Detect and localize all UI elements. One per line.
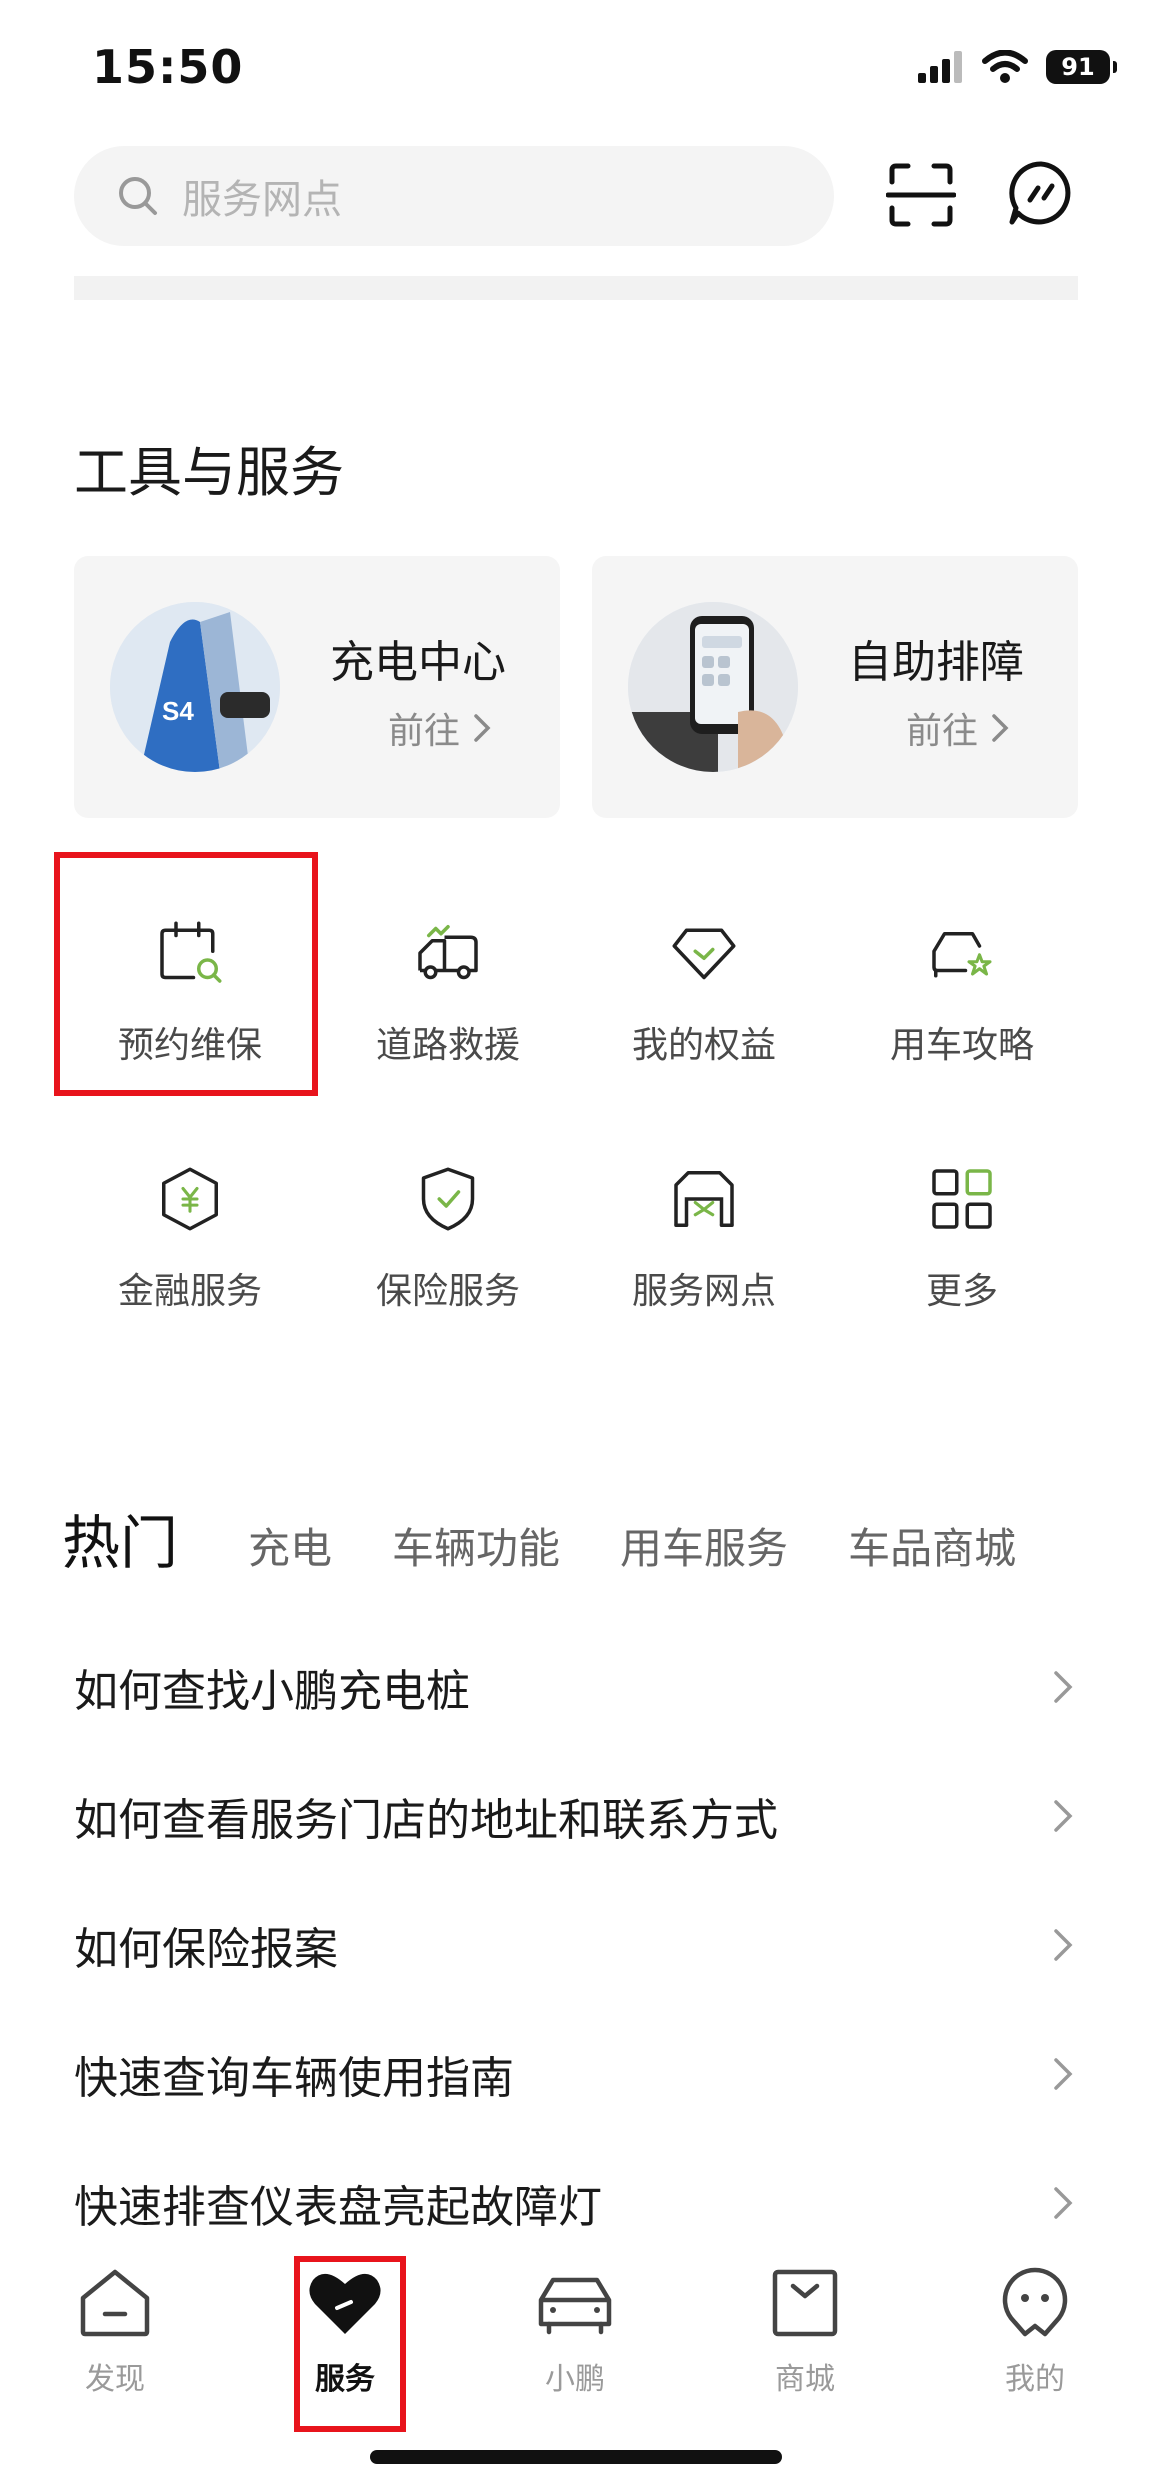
search-icon xyxy=(119,177,157,215)
shopping-bag-icon xyxy=(772,2269,838,2337)
faq-item[interactable]: 快速查询车辆使用指南 xyxy=(74,2009,1078,2139)
chevron-right-icon xyxy=(1054,1800,1073,1832)
faq-item[interactable]: 如何查找小鹏充电桩 xyxy=(74,1622,1078,1752)
grid-label: 服务网点 xyxy=(631,1271,776,1312)
tab-charging[interactable]: 充电 xyxy=(248,1515,332,1576)
grid-label: 预约维保 xyxy=(117,1025,262,1066)
card-title: 充电中心 xyxy=(330,637,506,688)
svg-text:S4: S4 xyxy=(162,696,194,726)
scan-icon[interactable] xyxy=(886,160,956,230)
hot-tabs: 热门 充电 车辆功能 用车服务 车品商城 xyxy=(62,1496,1076,1580)
home-indicator xyxy=(370,2450,782,2464)
nav-item-discover[interactable]: 发现 xyxy=(40,2264,190,2398)
wifi-icon xyxy=(982,50,1028,83)
card-title: 自助排障 xyxy=(848,637,1024,688)
search-bar[interactable]: 服务网点 xyxy=(74,146,834,246)
chevron-right-icon xyxy=(992,714,1009,742)
chevron-right-icon xyxy=(1054,2058,1073,2090)
chevron-right-icon xyxy=(474,714,491,742)
chevron-right-icon xyxy=(1054,2187,1073,2219)
faq-text: 快速排查仪表盘亮起故障灯 xyxy=(74,2182,602,2233)
grid-label: 用车攻略 xyxy=(889,1025,1034,1066)
tab-car-shop[interactable]: 车品商城 xyxy=(848,1515,1016,1576)
nav-item-xpeng[interactable]: 小鹏 xyxy=(500,2264,650,2398)
nav-label: 发现 xyxy=(85,2362,145,2397)
card-go-link[interactable]: 前往 xyxy=(388,702,492,754)
faq-text: 如何查找小鹏充电桩 xyxy=(74,1666,470,1717)
shield-check-icon xyxy=(421,1167,475,1231)
card-self-troubleshoot[interactable]: 自助排障 前往 xyxy=(592,556,1078,818)
grid-item-road-rescue[interactable]: 道路救援 xyxy=(320,918,576,1068)
car-star-icon xyxy=(932,932,992,978)
status-icons: 91 xyxy=(918,50,1117,84)
card-go-link[interactable]: 前往 xyxy=(906,702,1010,754)
tab-hot[interactable]: 热门 xyxy=(62,1496,178,1580)
nav-item-mine[interactable]: 我的 xyxy=(960,2264,1110,2398)
nav-label: 我的 xyxy=(1005,2362,1065,2397)
grid-item-insurance[interactable]: 保险服务 xyxy=(320,1164,576,1314)
phone-in-hand-image xyxy=(628,602,798,772)
battery-indicator: 91 xyxy=(1046,50,1117,84)
nav-item-shop[interactable]: 商城 xyxy=(730,2264,880,2398)
grid-label: 更多 xyxy=(925,1271,998,1312)
car-icon xyxy=(538,2277,612,2335)
grid-item-finance[interactable]: 金融服务 xyxy=(62,1164,318,1314)
hexagon-yen-icon xyxy=(162,1167,218,1231)
grid-item-my-benefits[interactable]: 我的权益 xyxy=(576,918,832,1068)
banner-strip[interactable] xyxy=(74,276,1078,300)
heart-icon xyxy=(309,2273,381,2334)
grid-label: 道路救援 xyxy=(375,1025,520,1066)
faq-item[interactable]: 如何查看服务门店的地址和联系方式 xyxy=(74,1751,1078,1881)
grid-label: 我的权益 xyxy=(631,1025,776,1066)
charging-pile-image: S4 xyxy=(110,602,280,772)
faq-text: 如何查看服务门店的地址和联系方式 xyxy=(74,1795,778,1846)
nav-label: 小鹏 xyxy=(545,2362,605,2397)
tow-truck-icon xyxy=(418,925,478,980)
grid-label: 金融服务 xyxy=(117,1271,262,1312)
grid-label: 保险服务 xyxy=(375,1271,520,1312)
card-charging-center[interactable]: S4 充电中心 前往 xyxy=(74,556,560,818)
grid-item-service-outlets[interactable]: 服务网点 xyxy=(576,1164,832,1314)
diamond-check-icon xyxy=(672,928,736,980)
home-icon xyxy=(80,2269,150,2337)
faq-item[interactable]: 如何保险报案 xyxy=(74,1880,1078,2010)
grid-more-icon xyxy=(932,1169,992,1229)
signal-icon xyxy=(918,51,962,83)
message-icon[interactable] xyxy=(1006,158,1076,228)
service-store-icon xyxy=(674,1171,734,1227)
nav-label: 商城 xyxy=(775,2362,835,2397)
grid-item-more[interactable]: 更多 xyxy=(834,1164,1090,1314)
chevron-right-icon xyxy=(1054,1929,1073,1961)
profile-face-icon xyxy=(1002,2267,1068,2337)
section-title: 工具与服务 xyxy=(74,441,344,504)
tab-car-services[interactable]: 用车服务 xyxy=(620,1515,788,1576)
nav-label: 服务 xyxy=(315,2362,375,2397)
chevron-right-icon xyxy=(1054,1671,1073,1703)
status-time: 15:50 xyxy=(92,40,244,94)
grid-item-maintenance[interactable]: 预约维保 xyxy=(62,918,318,1068)
calendar-wrench-icon xyxy=(160,921,222,983)
grid-item-car-guide[interactable]: 用车攻略 xyxy=(834,918,1090,1068)
bottom-nav: 发现 服务 小鹏 商城 我的 xyxy=(0,2244,1150,2414)
faq-text: 快速查询车辆使用指南 xyxy=(74,2053,514,2104)
tab-vehicle-functions[interactable]: 车辆功能 xyxy=(392,1515,560,1576)
nav-item-service[interactable]: 服务 xyxy=(270,2264,420,2398)
faq-text: 如何保险报案 xyxy=(74,1924,338,1975)
search-placeholder: 服务网点 xyxy=(182,177,342,223)
